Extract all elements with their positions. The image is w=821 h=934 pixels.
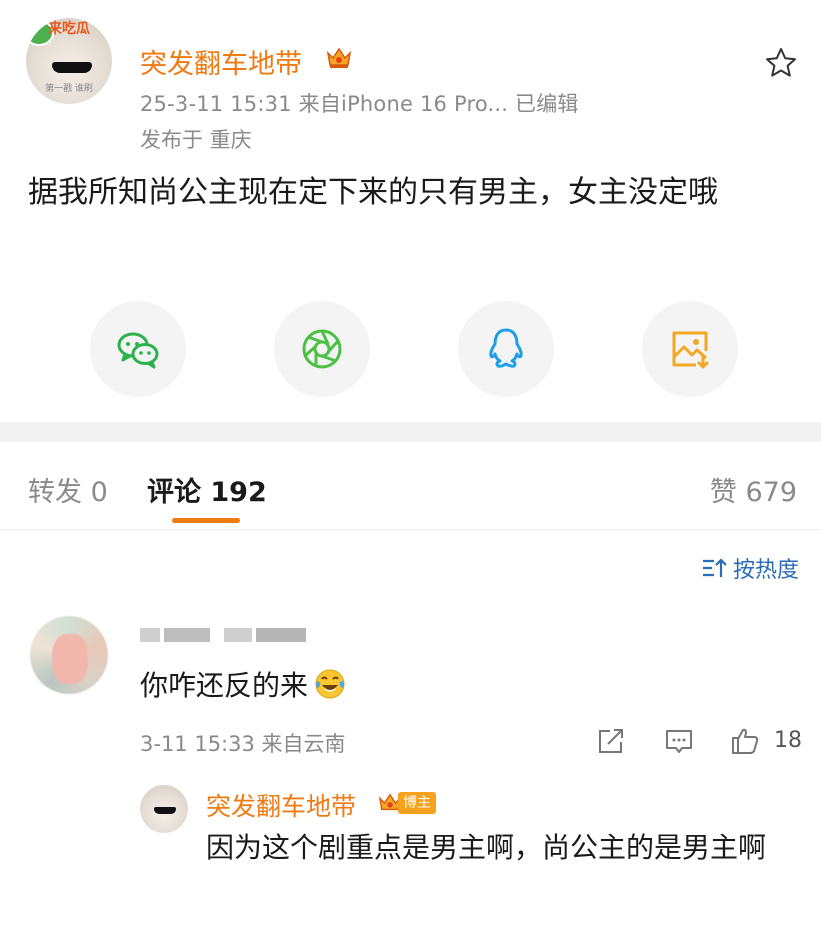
sunglasses-icon [154,807,176,814]
moments-icon [302,329,342,369]
comment-time-source: 3-11 15:33 来自云南 [140,732,346,756]
tabs-divider [0,529,821,530]
sort-label: 按热度 [732,558,799,583]
share-wechat-button[interactable] [90,301,186,397]
comment-like-count: 18 [774,728,802,753]
commenter-name-blurred[interactable] [140,622,310,646]
reply-text: 因为这个剧重点是男主啊，尚公主的是男主啊 [206,831,767,864]
section-divider [0,422,821,442]
laughing-tears-emoji-icon [315,669,345,699]
save-image-button[interactable] [642,301,738,397]
tab-repost[interactable]: 转发 0 [28,470,108,509]
crown-badge-icon [326,47,352,68]
wechat-icon [117,332,159,369]
tab-like[interactable]: 赞 679 [710,470,797,509]
reply-author-avatar[interactable] [140,785,188,833]
blogger-badge: 博主 [378,790,436,816]
share-comment-icon[interactable] [596,726,626,756]
sunglasses-icon [52,62,92,73]
favorite-star-icon[interactable] [764,46,798,80]
comment-text-row: 你咋还反的来 [140,664,346,704]
commenter-avatar[interactable] [30,616,108,694]
sort-by-hot-button[interactable]: 按热度 [701,552,799,584]
qq-icon [489,328,523,368]
save-image-icon [672,331,710,369]
post-author-avatar[interactable]: 来吃瓜 第一戳 谁刷 [26,18,112,104]
like-comment-icon[interactable] [730,726,760,756]
reply-author-name[interactable]: 突发翻车地带 [206,787,356,823]
post-body-text: 据我所知尚公主现在定下来的只有男主，女主没定哦 [28,175,718,210]
reply-comment-icon[interactable] [664,726,694,756]
post-location: 发布于 重庆 [140,128,252,152]
share-qq-button[interactable] [458,301,554,397]
blurred-avatar-face [52,634,88,684]
tab-comment[interactable]: 评论 192 [147,470,267,509]
active-tab-indicator [172,518,240,523]
blogger-badge-label: 博主 [398,792,436,814]
post-time-source: 25-3-11 15:31 来自iPhone 16 Pro... 已编辑 [140,92,579,116]
comment-text: 你咋还反的来 [140,669,309,702]
sort-icon [702,558,727,577]
share-moments-button[interactable] [274,301,370,397]
avatar-sticker-text: 来吃瓜 [48,21,90,37]
post-author-name[interactable]: 突发翻车地带 [140,42,302,81]
avatar-caption: 第一戳 谁刷 [45,84,93,94]
